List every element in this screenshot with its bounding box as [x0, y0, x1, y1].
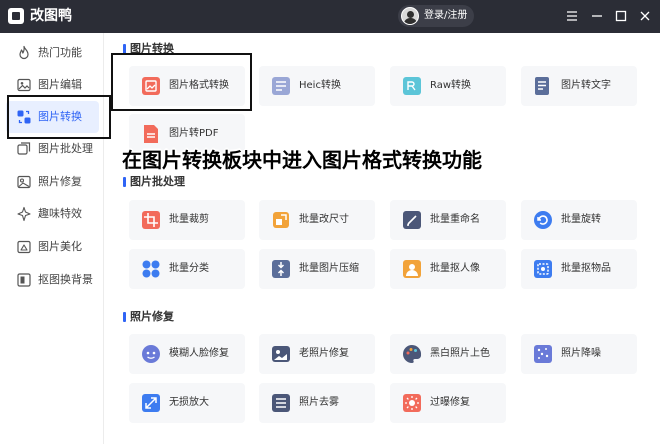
object-cutout-icon — [534, 260, 552, 278]
old-photo-icon — [272, 346, 290, 362]
tool-raw-convert[interactable]: Raw转换 — [390, 66, 506, 106]
batch-icon — [17, 142, 31, 155]
tool-batch-rotate[interactable]: 批量旋转 — [521, 200, 637, 240]
tool-label: 批量抠物品 — [561, 263, 611, 274]
sidebar-item-label: 趣味特效 — [38, 207, 82, 220]
tool-batch-resize[interactable]: 批量改尺寸 — [259, 200, 375, 240]
highlight-box-sidebar — [7, 95, 111, 139]
classify-icon — [142, 260, 160, 278]
login-button[interactable]: 登录/注册 — [398, 5, 474, 27]
fire-icon — [19, 45, 29, 60]
section-title-batch: 图片批处理 — [123, 175, 185, 188]
minimize-icon[interactable] — [589, 8, 605, 24]
raw-icon — [403, 77, 421, 95]
tool-label: 批量裁剪 — [169, 214, 209, 225]
login-label: 登录/注册 — [424, 10, 468, 21]
sidebar-item-cutout[interactable]: 抠图换背景 — [6, 264, 99, 296]
sparkle-icon — [17, 206, 31, 222]
sidebar-item-photo-repair[interactable]: 照片修复 — [6, 166, 99, 198]
tool-denoise[interactable]: 照片降噪 — [521, 334, 637, 374]
title-bar: 改图鸭 登录/注册 — [0, 0, 660, 33]
tool-old-photo-repair[interactable]: 老照片修复 — [259, 334, 375, 374]
crop-icon — [142, 211, 160, 229]
beautify-icon — [17, 240, 31, 254]
sidebar-item-label: 热门功能 — [38, 46, 82, 59]
tool-batch-crop[interactable]: 批量裁剪 — [129, 200, 245, 240]
tool-label: 批量重命名 — [430, 214, 480, 225]
tool-heic-convert[interactable]: Heic转换 — [259, 66, 375, 106]
tool-label: 图片转文字 — [561, 80, 611, 91]
dehaze-icon — [272, 394, 290, 412]
instruction-caption: 在图片转换板块中进入图片格式转换功能 — [122, 148, 482, 172]
compress-icon — [272, 260, 290, 278]
app-title: 改图鸭 — [30, 8, 72, 24]
tool-batch-portrait-cutout[interactable]: 批量抠人像 — [390, 249, 506, 289]
denoise-icon — [534, 345, 552, 363]
sidebar-item-label: 图片美化 — [38, 240, 82, 253]
avatar — [401, 7, 419, 25]
tool-label: 批量分类 — [169, 263, 209, 274]
app-logo-icon — [8, 8, 24, 24]
maximize-icon[interactable] — [613, 8, 629, 24]
highlight-box-format-convert — [111, 53, 252, 111]
menu-icon[interactable] — [564, 8, 580, 24]
photo-repair-icon — [17, 175, 31, 189]
rotate-icon — [534, 211, 552, 229]
tool-lossless-upscale[interactable]: 无损放大 — [129, 383, 245, 423]
tool-face-repair[interactable]: 模糊人脸修复 — [129, 334, 245, 374]
close-icon[interactable] — [637, 8, 653, 24]
tool-dehaze[interactable]: 照片去雾 — [259, 383, 375, 423]
tool-image-to-text[interactable]: 图片转文字 — [521, 66, 637, 106]
tool-label: Heic转换 — [299, 80, 341, 91]
tool-label: 照片降噪 — [561, 348, 601, 359]
tool-batch-object-cutout[interactable]: 批量抠物品 — [521, 249, 637, 289]
tool-label: 老照片修复 — [299, 348, 349, 359]
pdf-icon — [144, 125, 158, 143]
upscale-icon — [142, 394, 160, 412]
rename-icon — [403, 211, 421, 229]
tool-label: 无损放大 — [169, 397, 209, 408]
tool-label: 批量旋转 — [561, 214, 601, 225]
sidebar-item-beautify[interactable]: 图片美化 — [6, 231, 99, 263]
tool-batch-rename[interactable]: 批量重命名 — [390, 200, 506, 240]
tool-overexposure-repair[interactable]: 过曝修复 — [390, 383, 506, 423]
sidebar-item-label: 照片修复 — [38, 175, 82, 188]
sidebar-item-hot[interactable]: 热门功能 — [6, 37, 99, 69]
tool-label: Raw转换 — [430, 80, 472, 91]
tool-label: 批量抠人像 — [430, 263, 480, 274]
ocr-icon — [535, 77, 549, 95]
tool-batch-classify[interactable]: 批量分类 — [129, 249, 245, 289]
sidebar-item-label: 图片批处理 — [38, 142, 93, 155]
tool-label: 过曝修复 — [430, 397, 470, 408]
tool-colorize[interactable]: 黑白照片上色 — [390, 334, 506, 374]
tool-label: 图片转PDF — [169, 128, 219, 139]
section-title-repair: 照片修复 — [123, 310, 174, 323]
image-edit-icon — [17, 78, 31, 92]
sidebar-item-fun-effects[interactable]: 趣味特效 — [6, 198, 99, 230]
portrait-cutout-icon — [403, 260, 421, 278]
tool-batch-compress[interactable]: 批量图片压缩 — [259, 249, 375, 289]
colorize-icon — [403, 344, 422, 363]
tool-label: 模糊人脸修复 — [169, 348, 229, 359]
tool-label: 照片去雾 — [299, 397, 339, 408]
sidebar-item-label: 图片编辑 — [38, 78, 82, 91]
sidebar-item-label: 抠图换背景 — [38, 273, 93, 286]
tool-label: 批量改尺寸 — [299, 214, 349, 225]
face-repair-icon — [142, 345, 160, 363]
cutout-icon — [17, 273, 31, 287]
overexposure-icon — [403, 394, 421, 412]
tool-label: 黑白照片上色 — [430, 348, 490, 359]
tool-label: 批量图片压缩 — [299, 263, 359, 274]
heic-icon — [272, 77, 290, 95]
resize-icon — [273, 212, 289, 228]
